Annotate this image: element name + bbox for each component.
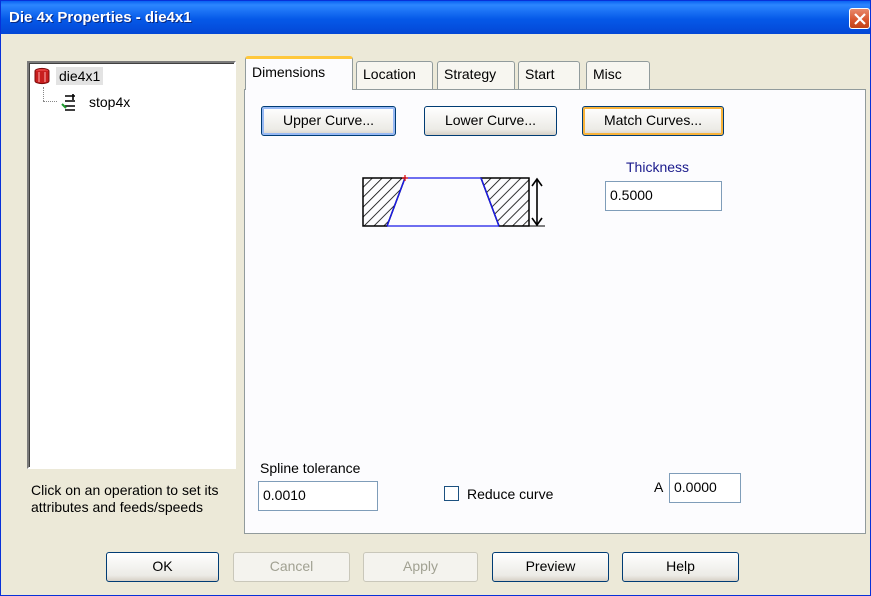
thickness-field[interactable]: 0.5000 (605, 181, 722, 211)
die-profile-diagram (362, 175, 545, 227)
a-label: A (654, 479, 664, 495)
preview-button[interactable]: Preview (492, 552, 609, 582)
apply-button[interactable]: Apply (363, 552, 478, 582)
spline-tolerance-label: Spline tolerance (260, 460, 361, 476)
tab-misc[interactable]: Misc (586, 61, 650, 89)
tree-connector (43, 101, 57, 102)
operation-tree[interactable]: die4x1 stop4x (27, 61, 236, 469)
die-properties-dialog: Die 4x Properties - die4x1 die4x1 stop4x… (0, 0, 871, 596)
help-button[interactable]: Help (622, 552, 739, 582)
stop-icon (61, 94, 75, 111)
lower-curve-button[interactable]: Lower Curve... (424, 106, 557, 136)
upper-curve-button[interactable]: Upper Curve... (261, 106, 396, 136)
ok-button[interactable]: OK (106, 552, 219, 582)
a-field[interactable]: 0.0000 (669, 473, 741, 503)
close-button[interactable] (849, 8, 870, 29)
die-icon (34, 67, 50, 85)
reduce-curve-checkbox[interactable] (444, 486, 459, 501)
tree-item-label: stop4x (89, 94, 131, 110)
tab-strategy[interactable]: Strategy (437, 61, 515, 89)
tree-item-label: die4x1 (56, 67, 104, 85)
close-icon (854, 13, 866, 25)
tree-connector (43, 87, 44, 101)
tab-start[interactable]: Start (518, 61, 580, 89)
title-bar[interactable]: Die 4x Properties - die4x1 (1, 1, 870, 34)
tree-item-stop4x[interactable]: stop4x (60, 92, 133, 112)
thickness-label: Thickness (626, 159, 690, 175)
cancel-button[interactable]: Cancel (233, 552, 350, 582)
operation-hint: Click on an operation to set its attribu… (31, 482, 219, 515)
match-curves-button[interactable]: Match Curves... (582, 106, 724, 136)
tab-dimensions[interactable]: Dimensions (245, 56, 353, 90)
tree-item-die4x1[interactable]: die4x1 (33, 67, 104, 85)
spline-tolerance-field[interactable]: 0.0010 (258, 481, 378, 511)
tab-location[interactable]: Location (356, 61, 433, 89)
reduce-curve-label: Reduce curve (467, 486, 554, 502)
window-title: Die 4x Properties - die4x1 (9, 9, 192, 26)
